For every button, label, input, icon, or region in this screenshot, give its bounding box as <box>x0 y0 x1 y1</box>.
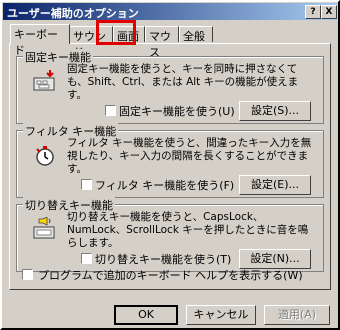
filter-keys-group: フィルタ キー機能 フィルタ キー機能を使うと、間違ったキー入力を無視したり、キ… <box>16 123 324 198</box>
tab-keyboard[interactable]: キーボード <box>10 24 70 57</box>
window-title: ユーザー補助のオプション <box>7 7 139 20</box>
filter-desc: フィルタ キー機能を使うと、間違ったキー入力を無視したり、キー入力の間隔を長くす… <box>67 137 312 175</box>
keyboard-icon <box>33 70 55 91</box>
toggle-checkbox[interactable] <box>81 253 92 264</box>
sticky-desc: 固定キー機能を使うと、キーを同時に押さなくても、Shift、Ctrl、または A… <box>67 63 299 101</box>
tab-mouse[interactable]: マウス <box>145 26 179 59</box>
ok-button[interactable]: OK <box>114 305 178 325</box>
extra-help-check-label: プログラムで追加のキーボード ヘルプを表示する(W) <box>38 269 303 282</box>
title-bar: ユーザー補助のオプション ? X <box>3 3 337 20</box>
filter-checkbox[interactable] <box>81 179 92 190</box>
sticky-settings-button[interactable]: 設定(S)... <box>239 101 311 121</box>
stopwatch-icon <box>36 146 54 166</box>
dialog-window: ユーザー補助のオプション ? X キーボード サウンド 画面 マウス 全般 固定… <box>0 0 340 330</box>
tab-general[interactable]: 全般 <box>179 26 213 43</box>
apply-button[interactable]: 適用(A) <box>264 305 330 325</box>
cancel-button[interactable]: キャンセル <box>186 305 256 325</box>
toggle-desc: 切り替えキー機能を使うと、CapsLock、NumLock、ScrollLock… <box>67 211 309 249</box>
help-button[interactable]: ? <box>305 5 321 19</box>
toggle-keys-group: 切り替えキー機能 切り替えキー機能を使うと、CapsLock、NumLock、S… <box>16 197 324 272</box>
close-button[interactable]: X <box>321 5 337 19</box>
sticky-keys-group: 固定キー機能 固定キー機能を使うと、キーを同時に押さなくても、Shift、Ctr… <box>16 49 324 124</box>
extra-help-checkbox[interactable] <box>22 269 33 280</box>
sticky-checkbox[interactable] <box>105 105 116 116</box>
filter-settings-button[interactable]: 設定(E)... <box>239 175 311 195</box>
toggle-check-label: 切り替えキー機能を使う(T) <box>95 253 232 266</box>
filter-check-label: フィルタ キー機能を使う(F) <box>95 179 235 192</box>
highlight-box <box>96 20 136 45</box>
toggle-settings-button[interactable]: 設定(N)... <box>239 249 311 269</box>
speaker-keyboard-icon <box>33 217 55 239</box>
keyboard-panel: 固定キー機能 固定キー機能を使うと、キーを同時に押さなくても、Shift、Ctr… <box>9 43 331 290</box>
sticky-check-label: 固定キー機能を使う(U) <box>119 105 235 118</box>
